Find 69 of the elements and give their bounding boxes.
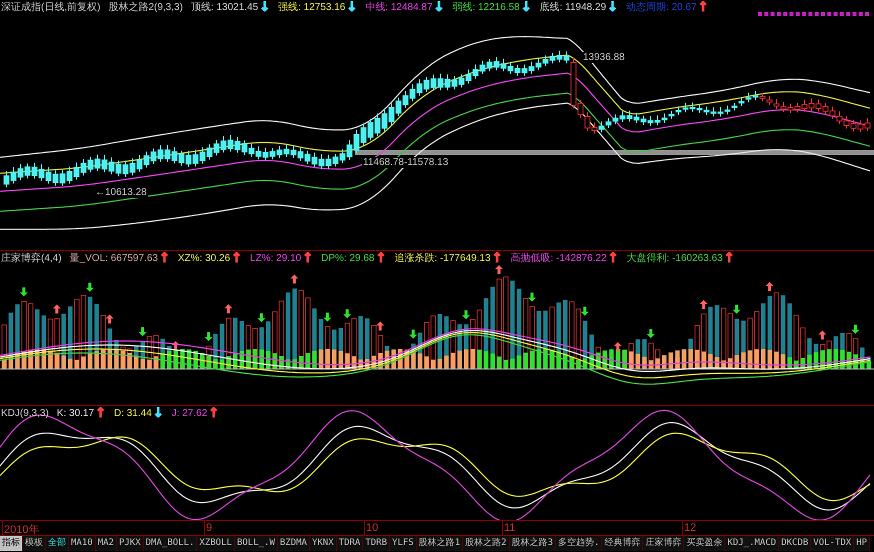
indicator-readout: J: 27.62 — [172, 408, 208, 418]
trend-arrow: ↓ — [346, 0, 358, 14]
trend-arrow: ↓ — [607, 0, 618, 14]
indicator-tab[interactable]: BZDMA — [278, 536, 310, 551]
trend-arrow: ↑ — [375, 252, 386, 264]
indicator-tab[interactable]: KDJ_.MACD — [725, 536, 780, 551]
price-annotation: 11468.78-11578.13 — [362, 157, 450, 168]
indicator-tab[interactable]: 经典博弈 — [602, 536, 644, 551]
trend-arrow: ↓ — [259, 0, 270, 14]
indicator-tab[interactable]: MA10 — [69, 536, 96, 551]
indicator-readout: 量_VOL: 667597.63 — [70, 252, 158, 265]
indicator-tab[interactable]: DKCDB — [779, 536, 812, 551]
indicator-tab[interactable]: 买卖盈余 — [684, 536, 726, 551]
indicator-tab[interactable]: 庄家博弈 — [643, 536, 684, 551]
indicator-readout: D: 31.44 — [114, 408, 152, 418]
trend-arrow: ↑ — [95, 406, 106, 420]
indicator-tab[interactable]: TDRB — [363, 536, 390, 551]
trend-arrow: ↑ — [208, 406, 220, 420]
indicator-tab[interactable]: 全部 — [46, 536, 69, 551]
trend-arrow: ↑ — [698, 0, 709, 14]
indicator-tab[interactable]: DMA_BOLL. — [144, 536, 198, 551]
indicator-tab[interactable]: HP — [854, 536, 870, 551]
indicator-tab[interactable]: XZBOLL — [197, 536, 235, 551]
indicator-tab[interactable]: 指标 — [0, 536, 23, 551]
indicator-tab[interactable]: TDRA — [336, 536, 364, 551]
indicator-readout: DP%: 29.68 — [321, 252, 374, 264]
indicator-name: 股林之路2(9,3,3) — [108, 0, 183, 14]
trend-arrow: ↑ — [724, 252, 735, 264]
trend-arrow: ↓ — [434, 0, 444, 14]
date-label: 12 — [684, 522, 696, 534]
trend-arrow: ↑ — [492, 252, 502, 264]
price-annotation: 13936.88 — [582, 52, 626, 63]
indicator-readout: 顶线: 13021.45 — [190, 0, 258, 14]
date-label: 9 — [206, 522, 212, 534]
indicator-tab[interactable]: 模板 — [23, 536, 46, 551]
date-label: 2010年 — [4, 523, 40, 537]
indicator-readout: K: 30.17 — [56, 408, 94, 418]
indicator-readout: 动态周期: 20.67 — [626, 0, 697, 14]
indicator-tab[interactable]: 股林之路3 — [510, 536, 556, 551]
trend-arrow: ↑ — [231, 252, 242, 264]
indicator-tab[interactable]: BOLL_.W — [234, 536, 278, 551]
trend-arrow: ↑ — [158, 252, 170, 264]
indicator-readout: 弱线: 12216.58 — [452, 0, 520, 14]
price-annotation: ←10613.28 — [94, 187, 148, 198]
indicator-readout: 中线: 12484.87 — [365, 0, 433, 14]
indicator-tab[interactable]: VOL-TDX — [811, 536, 854, 551]
indicator-tab[interactable]: YLFS — [390, 536, 417, 551]
date-label: 11 — [504, 522, 516, 534]
indicator-tab[interactable]: 股林之路2 — [463, 536, 510, 551]
chart-title: KDJ(9,3,3) — [1, 408, 49, 418]
trend-arrow: ↑ — [608, 252, 619, 264]
indicator-readout: XZ%: 30.26 — [178, 252, 230, 264]
indicator-readout: 高抛低吸: -142876.22 — [510, 252, 607, 265]
trend-arrow: ↑ — [302, 252, 314, 264]
indicator-tab[interactable]: YKNX — [310, 536, 337, 551]
date-label: 10 — [366, 522, 378, 534]
trend-arrow: ↓ — [520, 0, 532, 14]
indicator-readout: 追涨杀跌: -177649.13 — [394, 252, 491, 265]
indicator-readout: 大盘得利: -160263.63 — [626, 252, 723, 265]
chart-title: 庄家博弈(4,4) — [1, 252, 62, 265]
indicator-tab[interactable]: PJKX — [116, 536, 144, 551]
indicator-readout: 强线: 12753.16 — [278, 0, 346, 14]
indicator-tab[interactable]: MA2 — [96, 536, 117, 551]
indicator-readout: LZ%: 29.10 — [250, 252, 302, 264]
indicator-readout: 底线: 11948.29 — [540, 0, 606, 14]
indicator-tab[interactable]: 多空趋势. — [556, 536, 602, 551]
indicator-tab[interactable]: 股林之路1 — [416, 536, 464, 551]
chart-title: 深证成指(日线,前复权) — [1, 0, 100, 14]
trend-arrow: ↓ — [152, 406, 164, 420]
